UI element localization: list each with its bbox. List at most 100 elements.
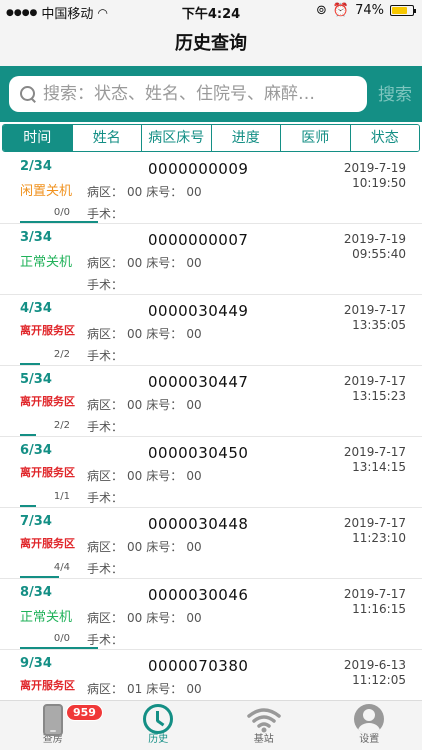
ward-value: 00 (127, 256, 143, 270)
list-item[interactable]: 8/34 正常关机 0000030046 2019-7-17 11:16:15 病区： 00… (0, 579, 422, 650)
ward-value: 00 (127, 540, 143, 554)
progress-bar (20, 363, 40, 365)
ward-bed-info: 病区： 00 床号： 00 (87, 396, 206, 413)
surgery-label: 手术： (87, 207, 124, 221)
surgery-label: 手术： (87, 420, 124, 434)
tab-sort-2[interactable]: 病区床号 (141, 125, 211, 151)
ward-label: 病区： (87, 469, 124, 483)
bed-label: 床号： (146, 398, 183, 412)
nav-bar: 历史查询 (0, 22, 422, 66)
status-badge: 正常关机 (20, 255, 73, 270)
phone-icon (42, 703, 63, 736)
bed-label: 床号： (146, 611, 183, 625)
tab-ward-round[interactable]: 959 查房 (0, 701, 106, 750)
timestamp: 2019-6-13 11:12:05 (344, 658, 406, 688)
page-title: 历史查询 (175, 33, 247, 54)
list-item[interactable]: 6/34 离开服务区 0000030450 2019-7-17 13:14:15 病区： 0… (0, 437, 422, 508)
wifi-icon (247, 707, 281, 732)
date-text: 2019-7-17 (343, 445, 406, 459)
list-item[interactable]: 2/34 闲置关机 0000000009 2019-7-19 10:19:50 病区： 00… (0, 153, 422, 224)
surgery-label: 手术： (87, 491, 124, 505)
patient-id: 0000030450 (148, 444, 249, 462)
bed-label: 床号： (146, 540, 183, 554)
timestamp: 2019-7-17 11:16:15 (344, 587, 406, 617)
list-item[interactable]: 4/34 离开服务区 0000030449 2019-7-17 13:35:05 病区： 0… (0, 295, 422, 366)
patient-id: 0000030449 (148, 302, 249, 320)
list-item[interactable]: 9/34 离开服务区 0000070380 2019-6-13 11:12:05 病区： 0… (0, 650, 422, 700)
row-index: 9/34 (20, 656, 52, 671)
search-box[interactable] (9, 76, 367, 112)
status-badge: 闲置关机 (20, 184, 73, 199)
ward-label: 病区： (87, 540, 124, 554)
date-text: 2019-7-17 (343, 374, 406, 388)
battery-icon (390, 5, 416, 16)
status-badge: 离开服务区 (20, 679, 75, 692)
tab-sort-1[interactable]: 姓名 (71, 125, 141, 151)
progress-bar (20, 576, 59, 578)
history-list[interactable]: 2/34 闲置关机 0000000009 2019-7-19 10:19:50 病区： 00… (0, 153, 422, 700)
bed-value: 00 (186, 398, 202, 412)
time-text: 13:15:23 (352, 389, 406, 403)
ward-value: 00 (127, 469, 143, 483)
tab-sort-3[interactable]: 进度 (210, 125, 280, 151)
time-text: 13:14:15 (352, 460, 406, 474)
patient-id: 0000030448 (148, 515, 249, 533)
progress-count: 2/2 (53, 420, 70, 431)
search-icon (19, 85, 37, 103)
search-input[interactable] (43, 84, 353, 104)
list-item[interactable]: 7/34 离开服务区 0000030448 2019-7-17 11:23:10 病区： 0… (0, 508, 422, 579)
status-badge: 离开服务区 (20, 324, 75, 337)
ward-bed-info: 病区： 00 床号： 00 (87, 325, 206, 342)
search-bar: 搜索 (0, 66, 422, 122)
tab-label: 设置 (359, 734, 380, 745)
ward-value: 00 (127, 327, 143, 341)
tab-sort-4[interactable]: 医师 (280, 125, 350, 151)
ward-label: 病区： (87, 185, 124, 199)
sort-tabs: 时间 姓名 病区床号 进度 医师 状态 (2, 124, 420, 152)
time-text: 11:12:05 (352, 673, 406, 687)
list-item[interactable]: 3/34 正常关机 0000000007 2019-7-19 09:55:40 病区： 00… (0, 224, 422, 295)
tab-base-station[interactable]: 基站 (211, 701, 317, 750)
bed-label: 床号： (146, 185, 183, 199)
date-text: 2019-7-19 (343, 232, 406, 246)
row-index: 7/34 (20, 514, 52, 529)
bed-label: 床号： (146, 327, 183, 341)
notification-badge: 959 (66, 704, 103, 721)
progress-count: 0/0 (53, 207, 70, 218)
ward-bed-info: 病区： 00 床号： 00 (87, 183, 206, 200)
progress-count: 2/2 (53, 349, 70, 360)
progress-count: 0/0 (53, 633, 70, 644)
time-text: 11:16:15 (352, 602, 406, 616)
patient-id: 0000030447 (148, 373, 249, 391)
battery-percent: 74% (355, 3, 384, 18)
patient-id: 0000030046 (148, 586, 249, 604)
ward-bed-info: 病区： 01 床号： 00 (87, 680, 206, 697)
tab-sort-0[interactable]: 时间 (3, 125, 72, 151)
row-index: 3/34 (20, 230, 52, 245)
timestamp: 2019-7-17 13:15:23 (344, 374, 406, 404)
tab-label: 基站 (253, 734, 274, 745)
ward-label: 病区： (87, 256, 124, 270)
bed-label: 床号： (146, 256, 183, 270)
bed-value: 00 (186, 327, 202, 341)
ward-value: 00 (127, 398, 143, 412)
ward-label: 病区： (87, 611, 124, 625)
rotation-lock-icon: ⊚ (316, 3, 327, 18)
battery-fill (392, 7, 407, 14)
progress-bar (20, 647, 98, 649)
patient-id: 0000070380 (148, 657, 249, 675)
timestamp: 2019-7-19 09:55:40 (344, 232, 406, 262)
progress-count: 1/1 (53, 491, 70, 502)
time-text: 10:19:50 (352, 176, 406, 190)
status-badge: 离开服务区 (20, 466, 75, 479)
patient-id: 0000000009 (148, 160, 249, 178)
surgery-label: 手术： (87, 562, 124, 576)
list-item[interactable]: 5/34 离开服务区 0000030447 2019-7-17 13:15:23 病区： 0… (0, 366, 422, 437)
ward-label: 病区： (87, 398, 124, 412)
tab-sort-5[interactable]: 状态 (349, 125, 419, 151)
search-button[interactable]: 搜索 (378, 80, 412, 105)
bed-label: 床号： (146, 682, 183, 696)
tab-settings[interactable]: 设置 (317, 701, 422, 750)
status-right: ⊚ ⏰ 74% (316, 3, 416, 18)
tab-history[interactable]: 历史 (106, 701, 212, 750)
